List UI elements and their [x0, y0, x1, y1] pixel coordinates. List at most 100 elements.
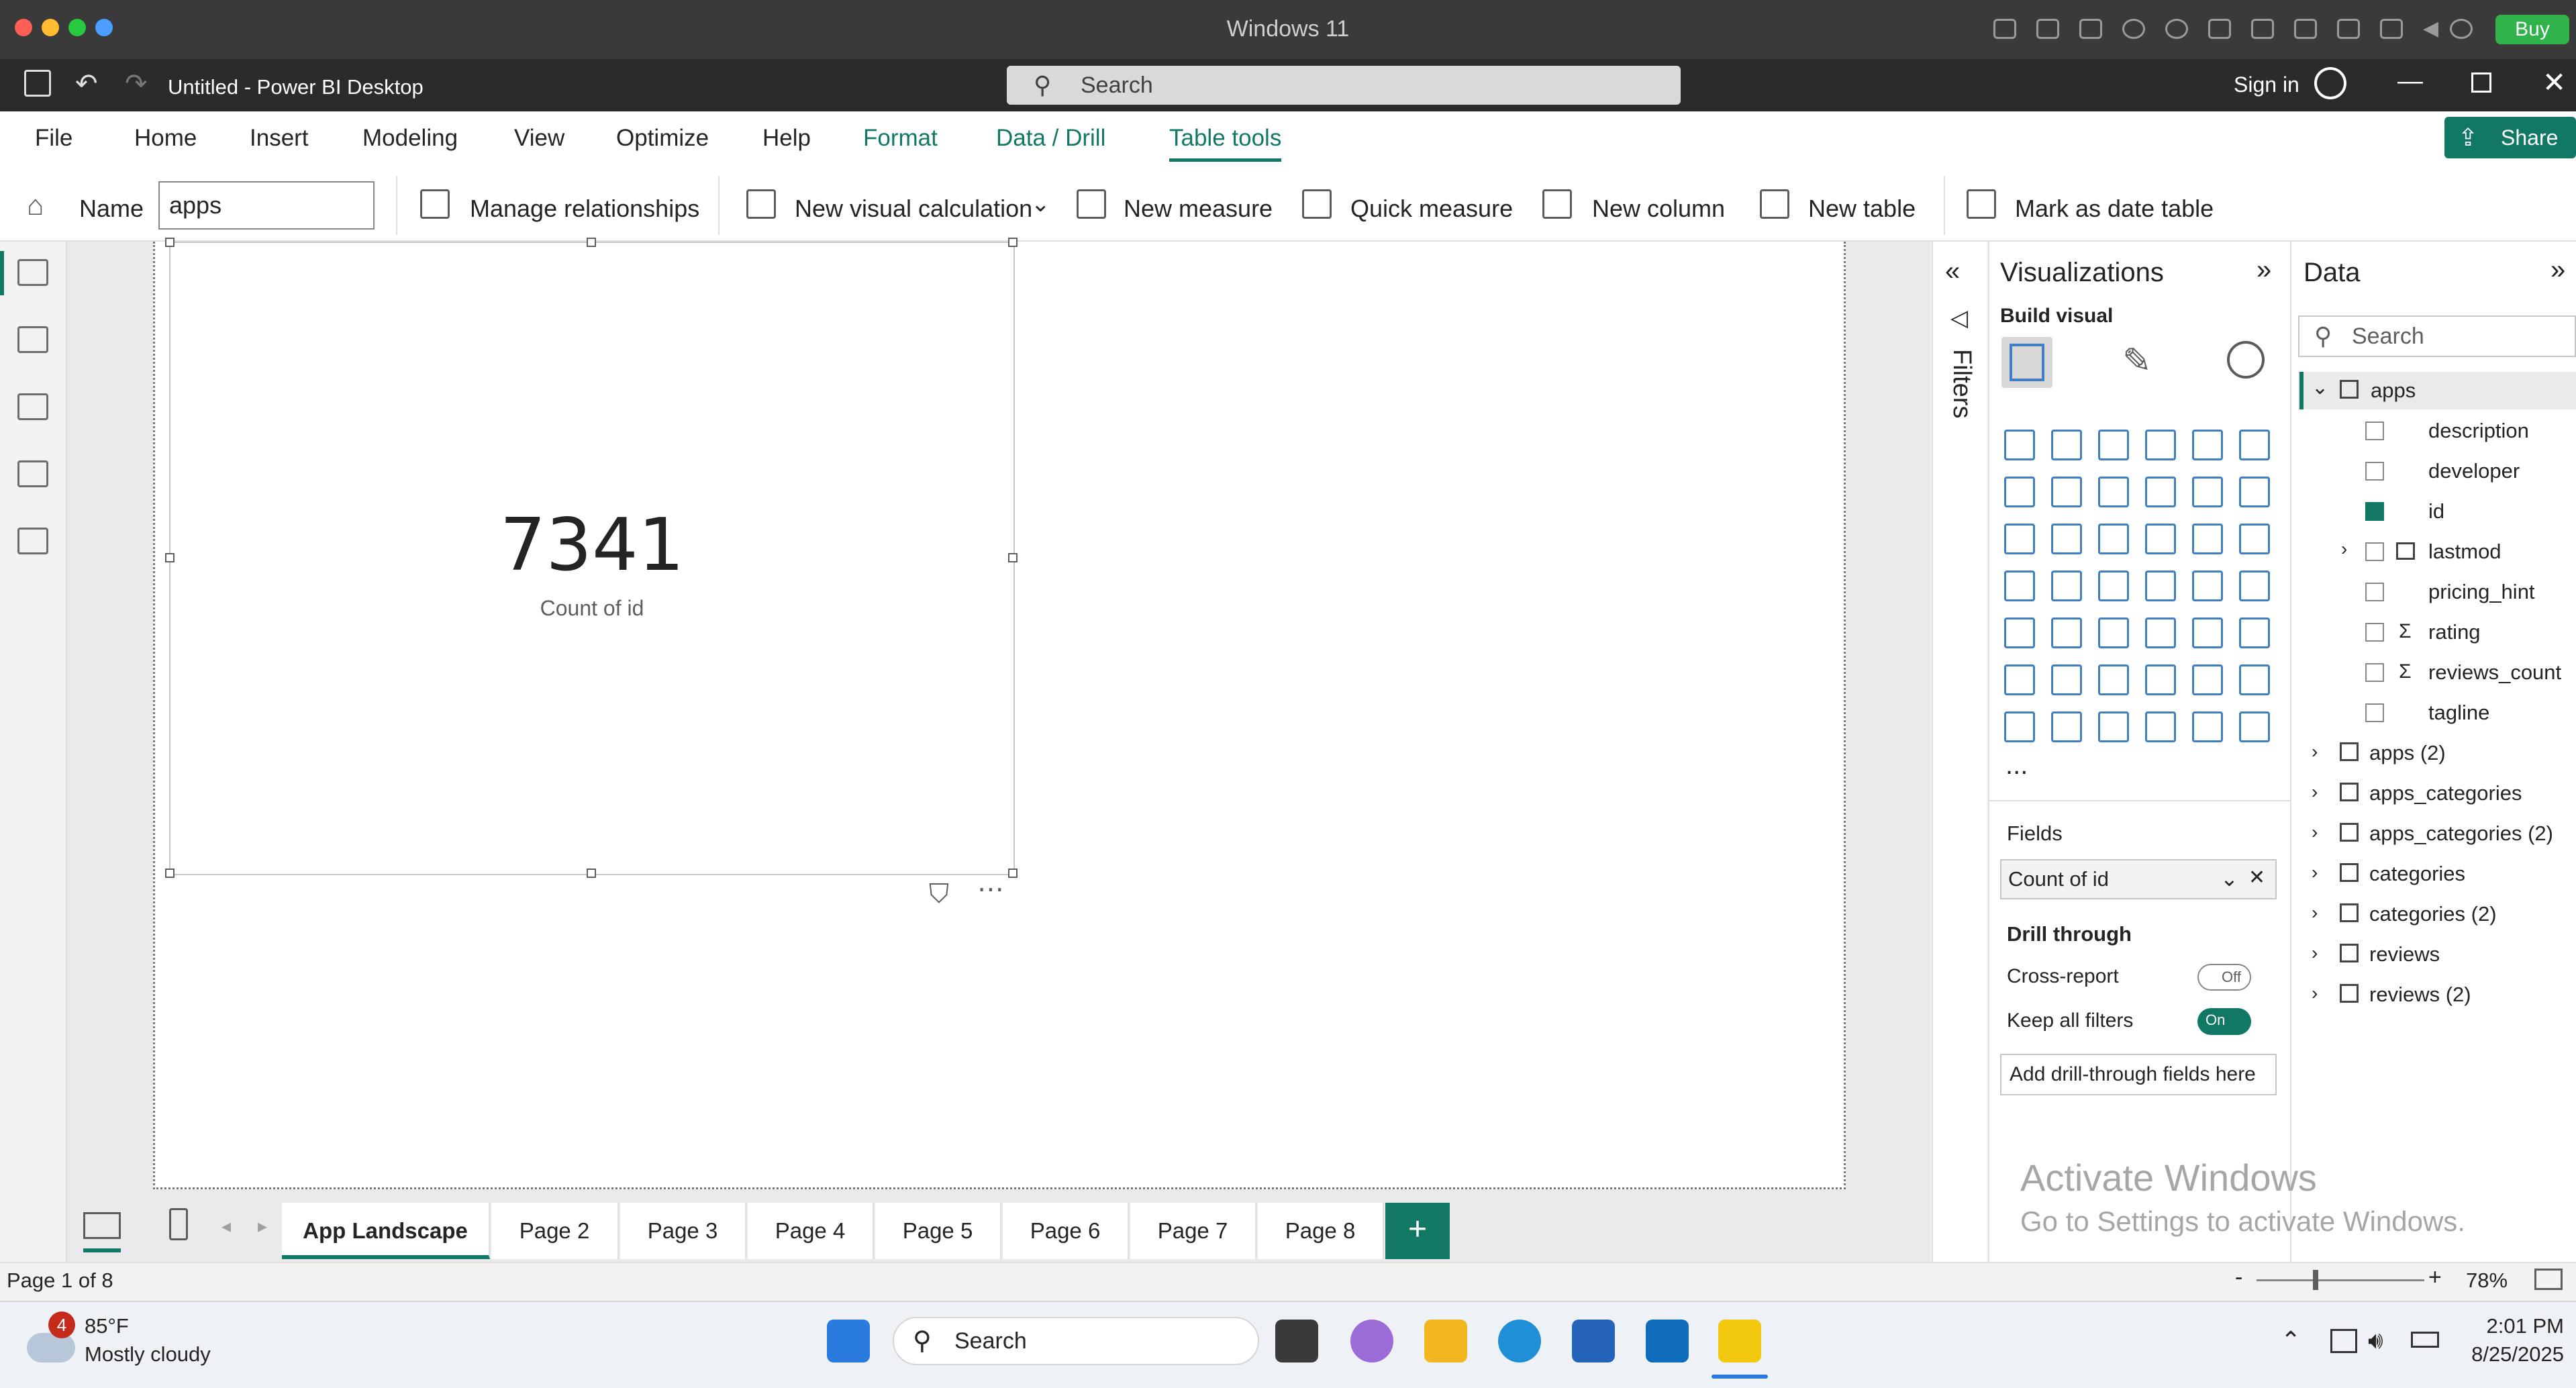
- drive-icon[interactable]: [2294, 19, 2317, 39]
- tab-help[interactable]: Help: [762, 125, 811, 152]
- table-name[interactable]: reviews (2): [2369, 983, 2471, 1007]
- field-checkbox[interactable]: [2365, 663, 2384, 682]
- visual-smart-narrative-icon[interactable]: [2192, 664, 2223, 695]
- table-name-input[interactable]: apps: [158, 181, 375, 230]
- resize-handle[interactable]: [165, 869, 175, 878]
- resize-handle[interactable]: [165, 238, 175, 247]
- visual-table-icon[interactable]: [2145, 617, 2176, 648]
- visual-100-bar-icon[interactable]: [2192, 430, 2223, 460]
- more-visuals-button[interactable]: ...: [2005, 750, 2028, 781]
- table-name[interactable]: reviews: [2369, 942, 2440, 966]
- visual-multi-row-card-icon[interactable]: [2004, 617, 2035, 648]
- mobile-layout-icon[interactable]: [169, 1208, 188, 1240]
- manage-relationships-button[interactable]: Manage relationships: [470, 195, 699, 223]
- visual-qa-icon[interactable]: [2145, 664, 2176, 695]
- visual-gauge-icon[interactable]: [2192, 571, 2223, 601]
- cross-report-toggle[interactable]: Off: [2197, 964, 2251, 991]
- collapse-left-icon[interactable]: «: [1945, 256, 1960, 287]
- tab-file[interactable]: File: [35, 125, 72, 152]
- chevron-right-icon[interactable]: ›: [2341, 538, 2347, 560]
- chevron-down-icon[interactable]: ⌄: [1031, 191, 1050, 217]
- edge-icon[interactable]: [1498, 1320, 1541, 1362]
- scroll-left-icon[interactable]: ◂: [221, 1215, 231, 1237]
- battery-icon[interactable]: [2411, 1332, 2439, 1348]
- resize-handle[interactable]: [587, 238, 596, 247]
- file-explorer-icon[interactable]: [1424, 1320, 1467, 1362]
- tab-modeling[interactable]: Modeling: [362, 125, 458, 152]
- visual-100-area-icon[interactable]: [2145, 477, 2176, 507]
- chevron-right-icon[interactable]: ›: [2312, 902, 2318, 924]
- resize-handle[interactable]: [1008, 238, 1018, 247]
- tab-format[interactable]: Format: [863, 125, 938, 152]
- page-tab-5[interactable]: Page 5: [875, 1203, 1001, 1259]
- tab-view[interactable]: View: [514, 125, 564, 152]
- page-tab-3[interactable]: Page 3: [620, 1203, 746, 1259]
- visual-filled-map-icon[interactable]: [2098, 571, 2129, 601]
- visual-treemap-icon[interactable]: [2004, 571, 2035, 601]
- screenshot-icon[interactable]: [2380, 19, 2403, 39]
- mark-as-date-table-button[interactable]: Mark as date table: [2015, 195, 2214, 223]
- filter-icon[interactable]: ⛉: [929, 879, 949, 909]
- clock-time[interactable]: 2:01 PM: [2483, 1314, 2564, 1338]
- close-icon[interactable]: ✕: [2542, 66, 2566, 99]
- power-bi-icon[interactable]: [1718, 1320, 1761, 1362]
- quick-measure-button[interactable]: Quick measure: [1350, 195, 1513, 223]
- visual-100-column-icon[interactable]: [2239, 430, 2270, 460]
- add-page-button[interactable]: +: [1385, 1203, 1450, 1259]
- clock-date[interactable]: 8/25/2025: [2457, 1342, 2564, 1367]
- tab-home[interactable]: Home: [134, 125, 197, 152]
- visual-stacked-area-icon[interactable]: [2098, 477, 2129, 507]
- camera-off-icon[interactable]: [2122, 19, 2145, 39]
- field-checkbox[interactable]: [2365, 462, 2384, 481]
- visual-scatter-icon[interactable]: [2145, 524, 2176, 554]
- microphone-icon[interactable]: [2251, 19, 2274, 39]
- visual-waterfall-icon[interactable]: [2051, 524, 2082, 554]
- visual-slicer-icon[interactable]: [2098, 617, 2129, 648]
- resize-handle[interactable]: [1008, 869, 1018, 878]
- save-icon[interactable]: [24, 70, 51, 97]
- visual-kpi-icon[interactable]: [2051, 617, 2082, 648]
- desktop-layout-icon[interactable]: [83, 1212, 121, 1239]
- taskbar-search[interactable]: ⚲ Search: [893, 1317, 1259, 1365]
- page-tab-7[interactable]: Page 7: [1130, 1203, 1256, 1259]
- field-checkbox[interactable]: [2365, 502, 2384, 521]
- visual-power-automate-icon[interactable]: [2098, 711, 2129, 742]
- app-search-input[interactable]: ⚲ Search: [1007, 66, 1681, 105]
- field-checkbox[interactable]: [2365, 422, 2384, 440]
- share-button[interactable]: ⇪ Share: [2444, 117, 2576, 158]
- field-checkbox[interactable]: [2365, 542, 2384, 561]
- video-icon[interactable]: [2337, 19, 2360, 39]
- data-search-input[interactable]: ⚲ Search: [2298, 315, 2576, 357]
- zoom-out-button[interactable]: -: [2235, 1265, 2242, 1291]
- drill-through-drop-zone[interactable]: Add drill-through fields here: [2000, 1054, 2277, 1095]
- back-arrow-icon[interactable]: ◀: [2423, 19, 2446, 39]
- field-name[interactable]: id: [2428, 499, 2444, 524]
- chevron-right-icon[interactable]: ›: [2312, 822, 2318, 843]
- chevron-right-icon[interactable]: ›: [2312, 862, 2318, 883]
- tab-optimize[interactable]: Optimize: [616, 125, 709, 152]
- visual-key-influencers-icon[interactable]: [2051, 664, 2082, 695]
- more-options-icon[interactable]: ⋯: [977, 874, 1004, 905]
- field-name[interactable]: lastmod: [2428, 540, 2501, 564]
- analytics-icon[interactable]: [2227, 341, 2265, 379]
- field-checkbox[interactable]: [2365, 583, 2384, 601]
- task-view-icon[interactable]: [1275, 1320, 1318, 1362]
- table-view-icon[interactable]: [17, 326, 48, 353]
- undo-icon[interactable]: ↶: [75, 68, 98, 99]
- page-tab-2[interactable]: Page 2: [491, 1203, 619, 1259]
- copilot-icon[interactable]: [1350, 1320, 1393, 1362]
- start-icon[interactable]: [827, 1320, 870, 1362]
- visual-arcgis-icon[interactable]: [2145, 711, 2176, 742]
- chevron-down-icon[interactable]: ⌄: [2220, 866, 2238, 891]
- avatar-icon[interactable]: [2314, 67, 2346, 99]
- model-view-icon[interactable]: [17, 393, 48, 420]
- table-name[interactable]: apps (2): [2369, 741, 2446, 765]
- dax-query-view-icon[interactable]: [17, 460, 48, 487]
- table-name[interactable]: apps: [2371, 379, 2416, 403]
- cpu-icon[interactable]: [2036, 19, 2059, 39]
- chevron-up-icon[interactable]: ⌃: [2281, 1326, 2301, 1354]
- report-view-icon[interactable]: [17, 259, 48, 286]
- chevron-right-icon[interactable]: ›: [2312, 983, 2318, 1004]
- weather-icon[interactable]: [27, 1333, 75, 1362]
- visual-r-visual-icon[interactable]: [2239, 617, 2270, 648]
